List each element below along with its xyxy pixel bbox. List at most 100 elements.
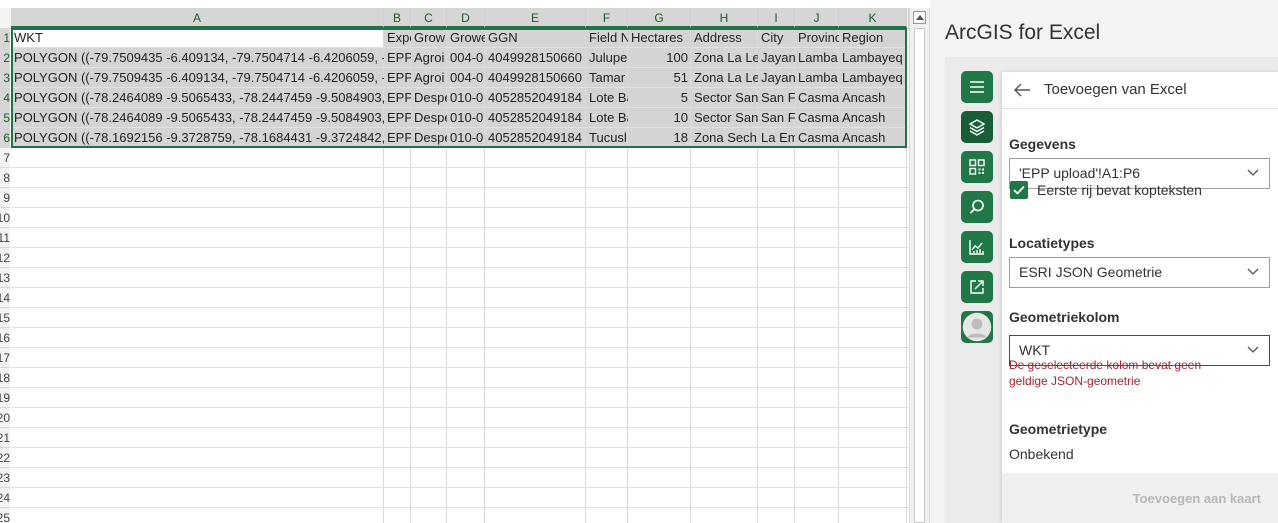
table-cell[interactable]: La Em (758, 128, 795, 148)
table-cell[interactable]: POLYGON ((-79.7509435 -6.409134, -79.750… (11, 48, 384, 68)
column-header-d[interactable]: D (447, 8, 485, 28)
column-header-a[interactable]: A (11, 8, 384, 28)
row-header[interactable]: 24 (0, 488, 10, 508)
row-header[interactable]: 12 (0, 248, 10, 268)
column-header-h[interactable]: H (691, 8, 758, 28)
row-header[interactable]: 25 (0, 508, 10, 523)
row-header[interactable]: 10 (0, 208, 10, 228)
table-cell[interactable]: 4049928150660 (485, 48, 586, 68)
header-cell[interactable]: GGN (485, 28, 586, 48)
table-cell[interactable]: 4052852049184 (485, 88, 586, 108)
table-cell[interactable]: 010-0 (447, 88, 485, 108)
table-cell[interactable]: Agroi (411, 68, 447, 88)
row-header[interactable]: 16 (0, 328, 10, 348)
table-cell[interactable]: POLYGON ((-78.2464089 -9.5065433, -78.24… (11, 108, 384, 128)
table-cell[interactable]: EPP (384, 48, 411, 68)
table-cell[interactable]: San F (758, 88, 795, 108)
column-header-e[interactable]: E (485, 8, 586, 28)
row-header[interactable]: 18 (0, 368, 10, 388)
table-cell[interactable]: Lamba (795, 68, 839, 88)
row-header[interactable]: 9 (0, 188, 10, 208)
account-button[interactable] (961, 311, 993, 343)
table-cell[interactable]: Lambayeq (839, 68, 907, 88)
table-cell[interactable]: Casma (795, 108, 839, 128)
row-header[interactable]: 15 (0, 308, 10, 328)
spreadsheet[interactable]: ABCDEFGHIJK 1234567891011121314151617181… (0, 0, 909, 523)
row-header[interactable]: 3 (0, 68, 10, 88)
column-header-k[interactable]: K (839, 8, 907, 28)
table-cell[interactable]: EPP (384, 88, 411, 108)
table-cell[interactable]: POLYGON ((-78.2464089 -9.5065433, -78.24… (11, 88, 384, 108)
table-cell[interactable]: Casma (795, 128, 839, 148)
table-cell[interactable]: POLYGON ((-79.7509435 -6.409134, -79.750… (11, 68, 384, 88)
row-header[interactable]: 17 (0, 348, 10, 368)
header-cell[interactable]: Field N (586, 28, 628, 48)
table-cell[interactable]: Lamba (795, 48, 839, 68)
column-header-i[interactable]: I (758, 8, 795, 28)
row-header[interactable]: 4 (0, 88, 10, 108)
column-header-b[interactable]: B (384, 8, 411, 28)
header-cell[interactable]: Address (691, 28, 758, 48)
table-cell[interactable]: Tucusl (586, 128, 628, 148)
table-cell[interactable]: EPP (384, 68, 411, 88)
cell-grid[interactable]: WKTExpoGrowGroweGGNField NHectaresAddres… (11, 28, 909, 523)
header-cell[interactable]: Region (839, 28, 907, 48)
chart-button[interactable] (961, 231, 993, 263)
table-cell[interactable]: 4052852049184 (485, 128, 586, 148)
row-header[interactable]: 20 (0, 408, 10, 428)
scroll-thumb[interactable] (914, 28, 925, 523)
locatietypes-dropdown[interactable]: ESRI JSON Geometrie (1009, 257, 1270, 288)
table-cell[interactable]: 010-0 (447, 128, 485, 148)
table-cell[interactable]: Despe (411, 108, 447, 128)
table-cell[interactable]: 010-0 (447, 108, 485, 128)
header-cell[interactable]: Grow (411, 28, 447, 48)
header-cell[interactable]: Provinc (795, 28, 839, 48)
table-cell[interactable]: Jayan (758, 48, 795, 68)
table-cell[interactable]: Zona La Le (691, 68, 758, 88)
row-header[interactable]: 7 (0, 148, 10, 168)
row-header[interactable]: 22 (0, 448, 10, 468)
table-cell[interactable]: San F (758, 108, 795, 128)
row-header[interactable]: 8 (0, 168, 10, 188)
table-cell[interactable]: Sector San (691, 88, 758, 108)
menu-button[interactable] (961, 71, 993, 103)
table-cell[interactable]: Lambayeq (839, 48, 907, 68)
table-cell[interactable]: Ancash (839, 88, 907, 108)
table-cell[interactable]: Despe (411, 88, 447, 108)
column-header-c[interactable]: C (411, 8, 447, 28)
table-cell[interactable]: Ancash (839, 108, 907, 128)
table-cell[interactable]: 10 (628, 108, 691, 128)
row-header[interactable]: 1 (0, 28, 10, 48)
row-header[interactable]: 11 (0, 228, 10, 248)
row-header[interactable]: 2 (0, 48, 10, 68)
table-cell[interactable]: 18 (628, 128, 691, 148)
table-cell[interactable]: Zona Sech (691, 128, 758, 148)
row-header[interactable]: 21 (0, 428, 10, 448)
column-header-j[interactable]: J (795, 8, 839, 28)
table-cell[interactable]: Jayan (758, 68, 795, 88)
table-cell[interactable]: 004-0 (447, 48, 485, 68)
table-cell[interactable]: EPP (384, 108, 411, 128)
table-cell[interactable]: 5 (628, 88, 691, 108)
table-cell[interactable]: Lote Ba (586, 88, 628, 108)
table-cell[interactable]: Sector San (691, 108, 758, 128)
row-header[interactable]: 5 (0, 108, 10, 128)
table-cell[interactable]: Casma (795, 88, 839, 108)
column-header-g[interactable]: G (628, 8, 691, 28)
row-header[interactable]: 13 (0, 268, 10, 288)
row-header[interactable]: 14 (0, 288, 10, 308)
vertical-scrollbar[interactable] (909, 8, 930, 523)
row-header[interactable]: 23 (0, 468, 10, 488)
table-cell[interactable]: 4052852049184 (485, 108, 586, 128)
header-cell[interactable]: Growe (447, 28, 485, 48)
table-cell[interactable]: Agroi (411, 48, 447, 68)
header-row-checkbox[interactable] (1010, 181, 1028, 199)
qr-button[interactable] (961, 151, 993, 183)
table-cell[interactable]: Ancash (839, 128, 907, 148)
search-button[interactable] (961, 191, 993, 223)
row-header[interactable]: 19 (0, 388, 10, 408)
column-header-f[interactable]: F (586, 8, 628, 28)
header-cell[interactable]: Hectares (628, 28, 691, 48)
table-cell[interactable]: 004-0 (447, 68, 485, 88)
header-cell[interactable]: City (758, 28, 795, 48)
